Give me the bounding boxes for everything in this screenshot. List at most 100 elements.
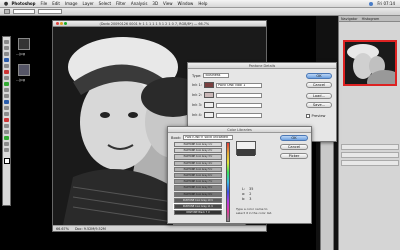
preview-row: Preview bbox=[306, 114, 326, 118]
zoom-level[interactable]: 66.67% bbox=[56, 227, 69, 231]
swatch-item[interactable]: PANTONE Cool Gray 1 U bbox=[174, 142, 222, 148]
layer-row[interactable] bbox=[341, 152, 399, 158]
option-dropdown-2[interactable] bbox=[38, 9, 62, 14]
crop-tool-icon[interactable] bbox=[4, 64, 9, 68]
ink2-field[interactable] bbox=[216, 92, 263, 98]
swatch-item[interactable]: PANTONE Cool Gray 5 U bbox=[174, 166, 222, 172]
eyedropper-tool-icon[interactable] bbox=[4, 70, 9, 74]
cancel-button[interactable]: Cancel bbox=[280, 144, 308, 150]
lab-b-label: b: bbox=[242, 197, 246, 201]
menu-window[interactable]: Window bbox=[175, 1, 196, 6]
color-swatch[interactable] bbox=[3, 158, 10, 164]
healing-tool-icon[interactable] bbox=[4, 76, 9, 80]
ink1-label: Ink 1: bbox=[192, 83, 203, 87]
ink2-swatch[interactable] bbox=[204, 92, 215, 98]
dialog-title: Pantone Details bbox=[188, 63, 336, 69]
lasso-tool-icon[interactable] bbox=[4, 52, 9, 56]
menu-bar: ● Photoshop File Edit Image Layer Select… bbox=[0, 0, 400, 8]
swatch-item[interactable]: PANTONE Black 7 U bbox=[174, 210, 222, 216]
ok-button[interactable]: OK bbox=[280, 135, 308, 141]
spotlight-icon[interactable] bbox=[369, 1, 374, 6]
history-brush-icon[interactable] bbox=[4, 94, 9, 98]
tool-preset-icon[interactable] bbox=[4, 9, 10, 14]
book-label: Book: bbox=[171, 135, 182, 140]
picker-button[interactable]: Picker bbox=[280, 153, 308, 159]
menu-filter[interactable]: Filter bbox=[114, 1, 129, 6]
type-tool-icon[interactable] bbox=[4, 124, 9, 128]
color-slider[interactable] bbox=[226, 142, 230, 222]
swatch-item[interactable]: PANTONE Cool Gray 3 U bbox=[174, 154, 222, 160]
desktop-file-icon-2[interactable] bbox=[18, 64, 30, 76]
tab-navigator[interactable]: Navigator bbox=[341, 17, 358, 21]
path-select-icon[interactable] bbox=[4, 130, 9, 134]
eraser-tool-icon[interactable] bbox=[4, 100, 9, 104]
menu-edit[interactable]: Edit bbox=[50, 1, 63, 6]
ink1-swatch[interactable] bbox=[204, 82, 215, 88]
minimize-icon[interactable] bbox=[60, 22, 63, 25]
swatch-item[interactable]: PANTONE Cool Gray 11 U bbox=[173, 202, 223, 211]
type-hint: Type a color name to select it in the co… bbox=[236, 207, 273, 215]
menu-help[interactable]: Help bbox=[196, 1, 210, 6]
color-preview bbox=[236, 141, 256, 156]
type-label: Type: bbox=[192, 73, 202, 78]
quick-select-tool-icon[interactable] bbox=[4, 58, 9, 62]
swatch-item[interactable]: PANTONE Cool Gray 7 U bbox=[174, 179, 222, 185]
dialog-title: Color Libraries bbox=[168, 127, 311, 133]
swatch-item[interactable]: PANTONE Cool Gray 8 U bbox=[174, 185, 222, 191]
menu-photoshop[interactable]: Photoshop bbox=[9, 1, 38, 6]
ok-button[interactable]: OK bbox=[306, 73, 332, 79]
cancel-button[interactable]: Cancel bbox=[306, 82, 332, 88]
zoom-icon[interactable] bbox=[64, 22, 67, 25]
ink1-field[interactable]: PANTONE cool 1 bbox=[216, 82, 263, 88]
lab-values: L: 35 a: 2 b: 3 bbox=[242, 187, 253, 202]
type-row: Type: Business bbox=[192, 73, 230, 78]
move-tool-icon[interactable] bbox=[4, 40, 9, 44]
save-button[interactable]: Save... bbox=[306, 102, 332, 108]
ink4-row: Ink 4: bbox=[192, 112, 263, 118]
ink3-swatch[interactable] bbox=[204, 102, 215, 108]
swatch-item[interactable]: PANTONE Cool Gray 9 U bbox=[174, 191, 222, 197]
book-select[interactable]: PANTONE® solid uncoated bbox=[183, 135, 234, 140]
desktop-file-label: ...jpg bbox=[16, 52, 25, 56]
brush-tool-icon[interactable] bbox=[4, 82, 9, 86]
swatch-item[interactable]: PANTONE Cool Gray 4 U bbox=[174, 160, 222, 166]
menu-view[interactable]: View bbox=[161, 1, 176, 6]
current-color-preview bbox=[237, 149, 255, 156]
collapsed-panel-strip[interactable] bbox=[320, 136, 334, 250]
layer-row[interactable] bbox=[341, 160, 399, 166]
stamp-tool-icon[interactable] bbox=[4, 88, 9, 92]
menu-file[interactable]: File bbox=[38, 1, 50, 6]
load-button[interactable]: Load... bbox=[306, 93, 332, 99]
swatch-item[interactable]: PANTONE Cool Gray 10 U bbox=[174, 197, 222, 203]
doc-size: Doc: 9.52M/9.52M bbox=[74, 226, 106, 231]
shape-tool-icon[interactable] bbox=[4, 136, 9, 140]
ink3-field[interactable] bbox=[216, 102, 263, 108]
pen-tool-icon[interactable] bbox=[4, 118, 9, 122]
gradient-tool-icon[interactable] bbox=[4, 106, 9, 110]
right-panels: Navigator Histogram bbox=[338, 16, 400, 250]
menu-layer[interactable]: Layer bbox=[80, 1, 96, 6]
tools-panel bbox=[2, 36, 11, 206]
menu-3d[interactable]: 3D bbox=[150, 1, 161, 6]
zoom-tool-icon[interactable] bbox=[4, 148, 9, 152]
menu-image[interactable]: Image bbox=[62, 1, 80, 6]
dodge-tool-icon[interactable] bbox=[4, 112, 9, 116]
layer-row[interactable] bbox=[341, 144, 399, 150]
type-select[interactable]: Business bbox=[203, 73, 230, 78]
swatch-item[interactable]: PANTONE Cool Gray 2 U bbox=[174, 148, 222, 154]
clock[interactable]: Fri 07:14 bbox=[375, 1, 397, 6]
preview-checkbox[interactable] bbox=[306, 114, 310, 118]
navigator-thumbnail[interactable] bbox=[343, 40, 397, 86]
menu-select[interactable]: Select bbox=[96, 1, 113, 6]
ink2-label: Ink 2: bbox=[192, 93, 203, 97]
close-icon[interactable] bbox=[56, 22, 59, 25]
ink4-swatch[interactable] bbox=[204, 112, 215, 118]
desktop-file-icon[interactable] bbox=[18, 38, 30, 50]
swatch-item[interactable]: PANTONE Cool Gray 6 U bbox=[174, 172, 222, 179]
ink4-field[interactable] bbox=[216, 112, 263, 118]
option-dropdown[interactable] bbox=[13, 9, 35, 14]
marquee-tool-icon[interactable] bbox=[4, 46, 9, 50]
tab-histogram[interactable]: Histogram bbox=[362, 17, 380, 21]
menu-analysis[interactable]: Analysis bbox=[128, 1, 149, 6]
hand-tool-icon[interactable] bbox=[4, 142, 9, 146]
